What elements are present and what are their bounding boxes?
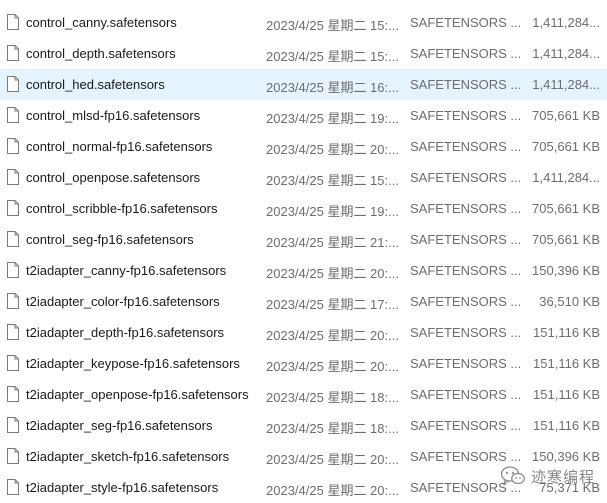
file-icon [7,200,19,216]
file-size: 151,116 KB [533,325,600,340]
file-type: SAFETENSORS ... [410,294,521,309]
file-icon [7,14,19,30]
file-name: t2iadapter_seg-fp16.safetensors [26,418,212,433]
file-modified: 2023/4/25 星期二 19:... [266,108,399,127]
file-size: 151,116 KB [533,387,600,402]
file-list: control_canny.safetensors 2023/4/25 星期二 … [0,7,607,503]
watermark-text: 迹寒编程 [531,466,595,487]
file-size: 705,661 KB [532,201,600,216]
file-icon [7,107,19,123]
file-row[interactable]: control_openpose.safetensors 2023/4/25 星… [0,162,607,193]
file-row[interactable]: t2iadapter_keypose-fp16.safetensors 2023… [0,348,607,379]
file-modified: 2023/4/25 星期二 18:... [266,387,399,406]
file-row[interactable]: t2iadapter_depth-fp16.safetensors 2023/4… [0,317,607,348]
file-modified: 2023/4/25 星期二 19:... [266,201,399,220]
file-row[interactable]: t2iadapter_openpose-fp16.safetensors 202… [0,379,607,410]
file-type: SAFETENSORS ... [410,170,521,185]
file-name: control_openpose.safetensors [26,170,200,185]
file-name: control_mlsd-fp16.safetensors [26,108,200,123]
file-name: control_seg-fp16.safetensors [26,232,194,247]
file-type: SAFETENSORS ... [410,356,521,371]
file-modified: 2023/4/25 星期二 20:... [266,356,399,375]
file-icon [7,76,19,92]
file-modified: 2023/4/25 星期二 18:... [266,418,399,437]
file-size: 705,661 KB [532,232,600,247]
file-name: t2iadapter_canny-fp16.safetensors [26,263,226,278]
file-type: SAFETENSORS ... [410,418,521,433]
file-name: t2iadapter_sketch-fp16.safetensors [26,449,229,464]
wechat-icon [501,466,525,486]
file-size: 705,661 KB [532,139,600,154]
file-name: control_canny.safetensors [26,15,177,30]
file-size: 150,396 KB [532,449,600,464]
file-icon [7,355,19,371]
file-name: t2iadapter_depth-fp16.safetensors [26,325,224,340]
file-row[interactable]: control_scribble-fp16.safetensors 2023/4… [0,193,607,224]
file-name: t2iadapter_keypose-fp16.safetensors [26,356,240,371]
file-type: SAFETENSORS ... [410,15,521,30]
file-icon [7,262,19,278]
file-size: 150,396 KB [532,263,600,278]
watermark: 迹寒编程 [501,464,595,488]
file-icon [7,138,19,154]
file-icon [7,324,19,340]
file-row-selected[interactable]: control_hed.safetensors 2023/4/25 星期二 16… [0,69,607,100]
file-modified: 2023/4/25 星期二 20:... [266,263,399,282]
file-type: SAFETENSORS ... [410,325,521,340]
file-modified: 2023/4/25 星期二 20:... [266,139,399,158]
file-row[interactable]: t2iadapter_seg-fp16.safetensors 2023/4/2… [0,410,607,441]
file-size: 1,411,284... [532,170,600,185]
file-name: control_depth.safetensors [26,46,176,61]
file-name: t2iadapter_openpose-fp16.safetensors [26,387,249,402]
file-row[interactable]: t2iadapter_canny-fp16.safetensors 2023/4… [0,255,607,286]
file-size: 151,116 KB [533,418,600,433]
file-icon [7,448,19,464]
file-size: 151,116 KB [533,356,600,371]
file-type: SAFETENSORS ... [410,232,521,247]
file-size: 1,411,284... [532,77,600,92]
file-type: SAFETENSORS ... [410,108,521,123]
file-modified: 2023/4/25 星期二 21:... [266,232,399,251]
file-name: control_scribble-fp16.safetensors [26,201,218,216]
file-size: 705,661 KB [532,108,600,123]
file-icon [7,231,19,247]
file-modified: 2023/4/25 星期二 16:... [266,77,399,96]
file-modified: 2023/4/25 星期二 15:... [266,170,399,189]
file-name: control_hed.safetensors [26,77,165,92]
file-name: t2iadapter_style-fp16.safetensors [26,480,218,495]
file-modified: 2023/4/25 星期二 20:... [266,449,399,468]
file-row[interactable]: control_mlsd-fp16.safetensors 2023/4/25 … [0,100,607,131]
file-row[interactable]: control_depth.safetensors 2023/4/25 星期二 … [0,38,607,69]
file-type: SAFETENSORS ... [410,46,521,61]
file-row[interactable]: t2iadapter_color-fp16.safetensors 2023/4… [0,286,607,317]
file-modified: 2023/4/25 星期二 15:... [266,46,399,65]
file-icon [7,479,19,495]
file-icon [7,45,19,61]
file-name: t2iadapter_color-fp16.safetensors [26,294,220,309]
file-type: SAFETENSORS ... [410,77,521,92]
file-type: SAFETENSORS ... [410,201,521,216]
file-type: SAFETENSORS ... [410,449,521,464]
file-icon [7,417,19,433]
file-name: control_normal-fp16.safetensors [26,139,212,154]
file-size: 1,411,284... [532,15,600,30]
file-row[interactable]: control_canny.safetensors 2023/4/25 星期二 … [0,7,607,38]
file-icon [7,293,19,309]
file-size: 36,510 KB [539,294,600,309]
file-icon [7,386,19,402]
file-size: 1,411,284... [532,46,600,61]
file-type: SAFETENSORS ... [410,263,521,278]
file-type: SAFETENSORS ... [410,387,521,402]
file-modified: 2023/4/25 星期二 15:... [266,15,399,34]
file-row[interactable]: control_seg-fp16.safetensors 2023/4/25 星… [0,224,607,255]
file-type: SAFETENSORS ... [410,139,521,154]
file-modified: 2023/4/25 星期二 17:... [266,294,399,313]
file-modified: 2023/4/25 星期二 20:... [266,325,399,344]
file-icon [7,169,19,185]
file-row[interactable]: control_normal-fp16.safetensors 2023/4/2… [0,131,607,162]
file-modified: 2023/4/25 星期二 20:... [266,480,399,499]
